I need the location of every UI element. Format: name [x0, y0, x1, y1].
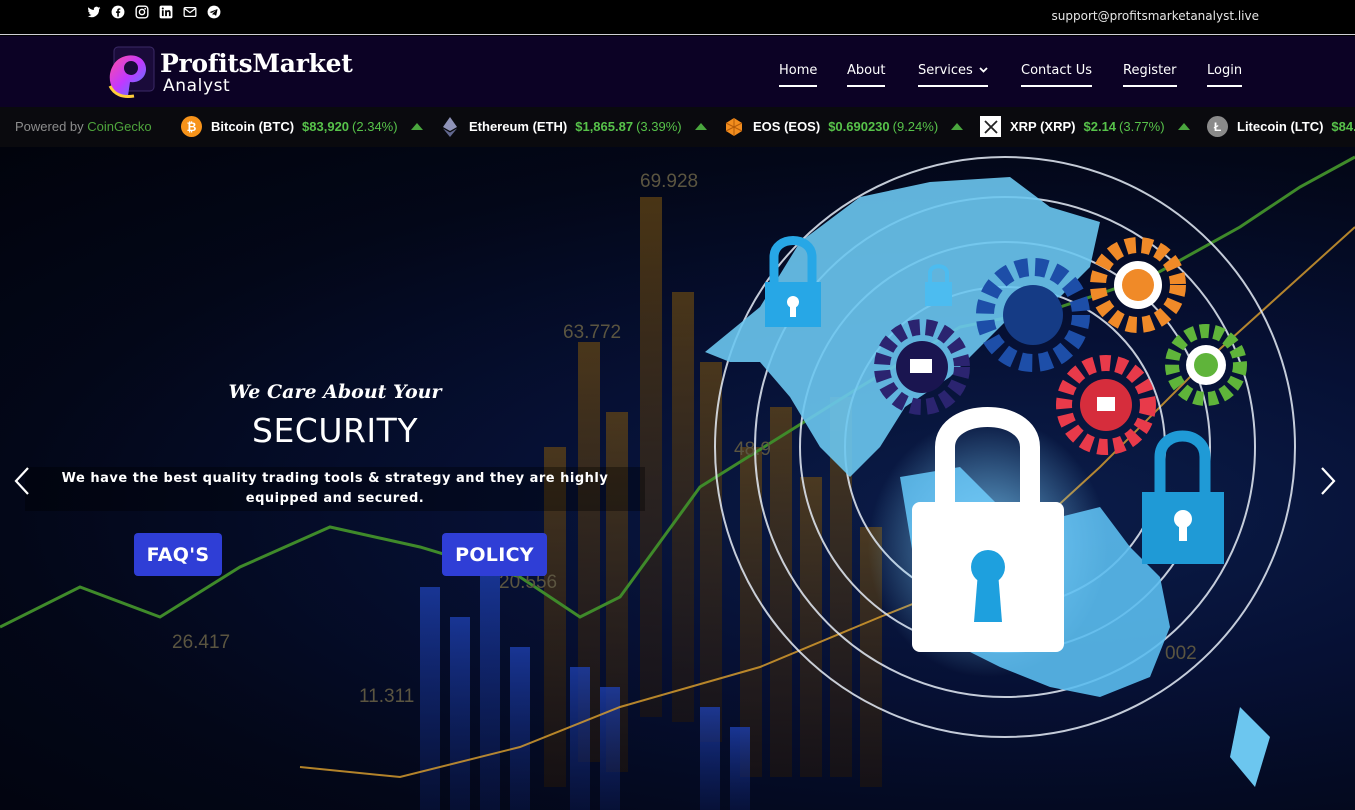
- coin-name: XRP (XRP): [1010, 119, 1076, 134]
- coin-change: (9.24%): [892, 119, 939, 134]
- crypto-ticker: Powered by CoinGecko ₿ Bitcoin (BTC) $83…: [0, 107, 1355, 147]
- linkedin-icon[interactable]: [159, 5, 173, 19]
- coin-name: Bitcoin (BTC): [211, 119, 295, 134]
- coin-change: (3.39%): [636, 119, 682, 134]
- litecoin-icon: Ł: [1207, 116, 1228, 137]
- powered-by: Powered by CoinGecko: [15, 119, 152, 134]
- nav-contact-label: Contact Us: [1021, 63, 1092, 78]
- coin-price: $2.14: [1083, 119, 1117, 134]
- up-arrow-icon: [410, 123, 423, 130]
- nav-register[interactable]: Register: [1123, 63, 1177, 87]
- top-bar: support@profitsmarketanalyst.live: [0, 0, 1355, 35]
- chart-label: 48.9: [734, 439, 771, 460]
- chevron-down-icon: [979, 67, 988, 73]
- support-email[interactable]: support@profitsmarketanalyst.live: [1052, 9, 1259, 23]
- coin-price: $84.: [1331, 119, 1355, 134]
- chart-label: 002: [1165, 643, 1197, 664]
- nav-about-label: About: [847, 63, 886, 78]
- chart-label: 69.928: [640, 171, 699, 192]
- ticker-item-eos[interactable]: EOS (EOS) $0.690230 (9.24%): [723, 116, 964, 137]
- coin-name: EOS (EOS): [753, 119, 821, 134]
- eos-icon: [723, 116, 744, 137]
- nav-register-label: Register: [1123, 63, 1177, 78]
- main-nav: Home About Services Contact Us Register …: [0, 63, 1355, 93]
- nav-login[interactable]: Login: [1207, 63, 1243, 87]
- chart-label: 63.772: [563, 322, 622, 343]
- xrp-icon: [980, 116, 1001, 137]
- nav-contact[interactable]: Contact Us: [1021, 63, 1092, 87]
- slide-title: SECURITY: [252, 411, 418, 450]
- twitter-icon[interactable]: [87, 5, 101, 19]
- up-arrow-icon: [951, 123, 964, 130]
- telegram-icon[interactable]: [207, 5, 221, 19]
- slide-subtitle: We Care About Your: [228, 381, 442, 403]
- mail-icon[interactable]: [183, 5, 197, 19]
- bitcoin-icon: ₿: [181, 116, 202, 137]
- social-links: [87, 5, 221, 19]
- ticker-item-xrp[interactable]: XRP (XRP) $2.14 (3.77%): [980, 116, 1190, 137]
- coin-change: (3.77%): [1119, 119, 1165, 134]
- hero-slider: 69.928 63.772 48.9 20.556 26.417 11.311 …: [0, 147, 1355, 810]
- facebook-icon[interactable]: [111, 5, 125, 19]
- ticker-item-btc[interactable]: ₿ Bitcoin (BTC) $83,920 (2.34%): [181, 116, 423, 137]
- ticker-item-ltc[interactable]: Ł Litecoin (LTC) $84.: [1207, 116, 1355, 137]
- nav-home[interactable]: Home: [779, 63, 818, 87]
- coin-name: Ethereum (ETH): [469, 119, 568, 134]
- instagram-icon[interactable]: [135, 5, 149, 19]
- policy-button[interactable]: POLICY: [442, 533, 547, 576]
- ticker-item-eth[interactable]: Ethereum (ETH) $1,865.87 (3.39%): [439, 116, 707, 137]
- coin-price: $83,920: [302, 119, 350, 134]
- coin-price: $0.690230: [828, 119, 890, 134]
- up-arrow-icon: [694, 123, 707, 130]
- coin-price: $1,865.87: [575, 119, 634, 134]
- up-arrow-icon: [1177, 123, 1190, 130]
- nav-services[interactable]: Services: [918, 63, 988, 87]
- nav-home-label: Home: [779, 63, 818, 78]
- slider-prev-arrow-icon[interactable]: [12, 465, 32, 497]
- powered-prefix: Powered by: [15, 119, 88, 134]
- nav-about[interactable]: About: [847, 63, 886, 87]
- coingecko-link[interactable]: CoinGecko: [87, 119, 151, 134]
- faq-button[interactable]: FAQ'S: [134, 533, 222, 576]
- coin-name: Litecoin (LTC): [1237, 119, 1324, 134]
- nav-services-label: Services: [918, 63, 973, 78]
- chart-label: 11.311: [359, 686, 415, 707]
- nav-login-label: Login: [1207, 63, 1243, 78]
- main-header: ProfitsMarket Analyst Home About Service…: [0, 36, 1355, 107]
- ethereum-icon: [439, 116, 460, 137]
- chart-label: 26.417: [172, 632, 231, 653]
- slider-next-arrow-icon[interactable]: [1318, 465, 1338, 497]
- coin-change: (2.34%): [352, 119, 398, 134]
- slide-description: We have the best quality trading tools &…: [25, 467, 645, 511]
